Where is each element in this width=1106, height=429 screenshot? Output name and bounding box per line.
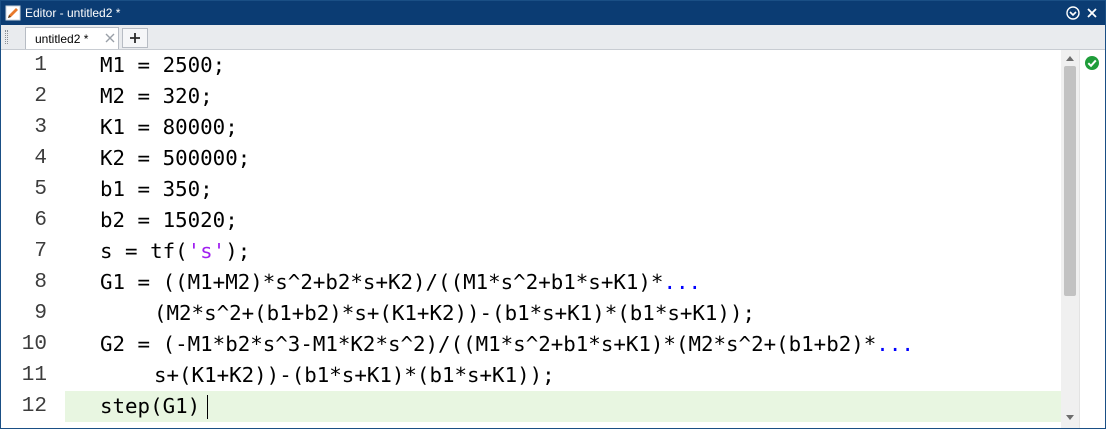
line-number: 5 — [34, 178, 47, 201]
title-bar: Editor - untitled2 * — [1, 1, 1105, 25]
options-chevron-icon[interactable] — [1065, 5, 1081, 21]
scrollbar-thumb[interactable] — [1064, 66, 1076, 296]
code-line[interactable]: 9 (M2*s^2+(b1+b2)*s+(K1+K2))-(b1*s+K1)*(b… — [1, 298, 1061, 329]
code-line[interactable]: 5 b1 = 350; — [1, 174, 1061, 205]
code-segment: s = tf( — [100, 239, 188, 263]
tab-untitled2[interactable]: untitled2 * — [25, 27, 119, 49]
code-line[interactable]: 4 K2 = 500000; — [1, 143, 1061, 174]
editor-window: Editor - untitled2 * untitled2 * 1 M1 = 2… — [0, 0, 1106, 429]
line-number: 3 — [34, 116, 47, 139]
code-line[interactable]: 1 M1 = 2500; — [1, 50, 1061, 81]
current-line-highlight — [65, 391, 1061, 422]
code-text: M2 = 320; — [100, 81, 213, 112]
code-segment: s+(K1+K2))-(b1*s+K1)*(b1*s+K1)); — [154, 363, 555, 387]
code-text: step(G1) — [100, 391, 200, 422]
code-line[interactable]: 11 s+(K1+K2))-(b1*s+K1)*(b1*s+K1)); — [1, 360, 1061, 391]
code-text: (M2*s^2+(b1+b2)*s+(K1+K2))-(b1*s+K1)*(b1… — [154, 298, 755, 329]
string-literal: 's' — [187, 239, 226, 263]
close-tab-icon[interactable] — [104, 32, 116, 44]
code-segment: M1 = 2500; — [100, 53, 226, 77]
line-number: 12 — [21, 395, 47, 418]
code-segment: step(G1) — [100, 394, 201, 418]
line-number: 8 — [34, 271, 47, 294]
plus-icon — [130, 33, 140, 43]
line-number: 4 — [34, 147, 47, 170]
code-text: K1 = 80000; — [100, 112, 238, 143]
line-number: 9 — [34, 302, 47, 325]
arrow-up-icon[interactable] — [1065, 54, 1075, 62]
tab-strip-grip[interactable] — [5, 30, 8, 44]
code-line[interactable]: 7 s = tf('s'); — [1, 236, 1061, 267]
code-text: K2 = 500000; — [100, 143, 250, 174]
code-text: G1 = ((M1+M2)*s^2+b2*s+K2)/((M1*s^2+b1*s… — [100, 267, 701, 298]
code-editor[interactable]: 1 M1 = 2500; 2 M2 = 320; 3 K1 = 80000; 4 K2 = 5… — [1, 50, 1061, 428]
code-segment: G2 = (-M1*b2*s^3-M1*K2*s^2)/((M1*s^2+b1*… — [100, 332, 877, 356]
continuation-ellipsis: ... — [663, 270, 701, 294]
line-number: 11 — [21, 364, 47, 387]
arrow-down-icon[interactable] — [1065, 414, 1075, 422]
line-number: 10 — [21, 333, 47, 356]
code-segment: (M2*s^2+(b1+b2)*s+(K1+K2))-(b1*s+K1)*(b1… — [154, 301, 755, 325]
code-segment: b2 = 15020; — [100, 208, 238, 232]
line-number: 1 — [34, 54, 47, 77]
code-segment: G1 = ((M1+M2)*s^2+b2*s+K2)/((M1*s^2+b1*s… — [100, 270, 664, 294]
tab-label: untitled2 * — [35, 32, 89, 46]
tab-strip: untitled2 * — [1, 25, 1105, 50]
code-segment: M2 = 320; — [100, 84, 213, 108]
code-text: b2 = 15020; — [100, 205, 238, 236]
line-number: 6 — [34, 209, 47, 232]
text-cursor — [207, 395, 208, 419]
code-line[interactable]: 2 M2 = 320; — [1, 81, 1061, 112]
new-tab-button[interactable] — [122, 28, 148, 48]
code-text: s = tf('s'); — [100, 236, 250, 267]
code-segment: b1 = 350; — [100, 177, 213, 201]
line-number: 7 — [34, 240, 47, 263]
code-line[interactable]: 3 K1 = 80000; — [1, 112, 1061, 143]
code-text: G2 = (-M1*b2*s^3-M1*K2*s^2)/((M1*s^2+b1*… — [100, 329, 914, 360]
code-segment: K1 = 80000; — [100, 115, 238, 139]
code-segment: K2 = 500000; — [100, 146, 251, 170]
code-line[interactable]: 6 b2 = 15020; — [1, 205, 1061, 236]
code-line[interactable]: 12 step(G1) — [1, 391, 1061, 422]
checkmark-circle-icon[interactable] — [1084, 55, 1100, 71]
window-title: Editor - untitled2 * — [25, 6, 121, 20]
editor-icon — [5, 5, 21, 21]
vertical-scrollbar[interactable] — [1061, 50, 1079, 428]
code-text: M1 = 2500; — [100, 50, 225, 81]
close-icon[interactable] — [1084, 5, 1100, 21]
code-text: b1 = 350; — [100, 174, 213, 205]
code-line[interactable]: 10 G2 = (-M1*b2*s^3-M1*K2*s^2)/((M1*s^2+b… — [1, 329, 1061, 360]
line-number: 2 — [34, 85, 47, 108]
continuation-ellipsis: ... — [876, 332, 914, 356]
code-segment: ); — [225, 239, 251, 263]
code-text: s+(K1+K2))-(b1*s+K1)*(b1*s+K1)); — [154, 360, 555, 391]
code-analyzer-strip — [1079, 50, 1105, 428]
code-line[interactable]: 8 G1 = ((M1+M2)*s^2+b2*s+K2)/((M1*s^2+b1*… — [1, 267, 1061, 298]
